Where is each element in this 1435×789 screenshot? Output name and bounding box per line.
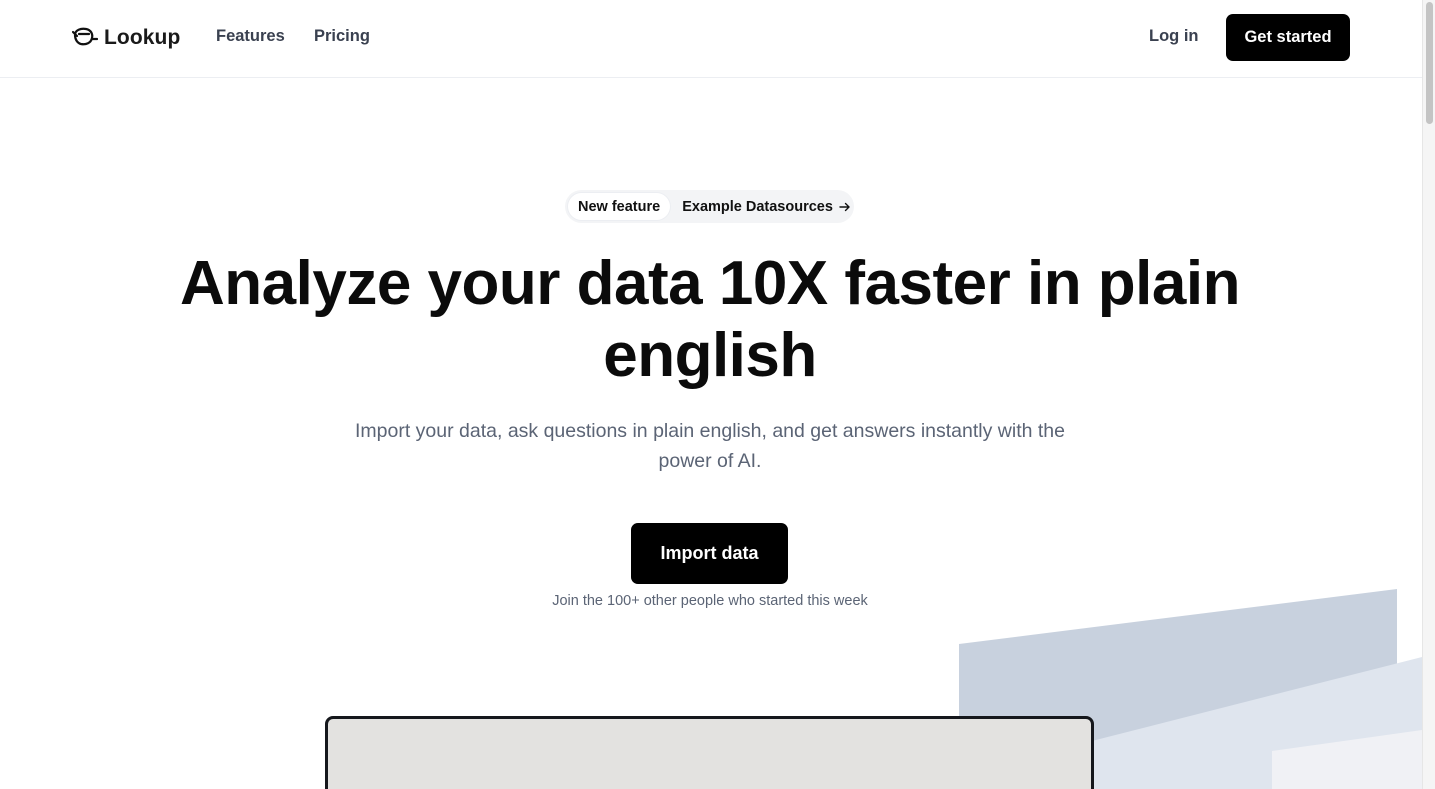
social-proof-text: Join the 100+ other people who started t… (552, 593, 868, 609)
get-started-button[interactable]: Get started (1226, 14, 1350, 61)
arrow-right-icon (839, 201, 851, 213)
app-preview-frame (325, 716, 1094, 789)
nav-features-link[interactable]: Features (216, 27, 285, 46)
subtitle-line-1: Import your data, ask questions in plain… (355, 420, 1065, 442)
scrollbar-thumb[interactable] (1426, 2, 1433, 124)
page-scrollbar[interactable] (1422, 0, 1435, 789)
landing-page: Lookup Features Pricing Log in Get start… (0, 0, 1435, 789)
lookup-logo-icon (71, 27, 99, 49)
example-datasources-label: Example Datasources (682, 198, 833, 215)
hero-headline: Analyze your data 10X faster in plain en… (160, 248, 1260, 392)
example-datasources-link[interactable]: Example Datasources (682, 199, 851, 215)
import-data-button[interactable]: Import data (631, 523, 788, 584)
login-link[interactable]: Log in (1149, 27, 1198, 46)
headline-line-1: Analyze your data 10X faster in plain (180, 249, 1240, 318)
decorative-background-shapes (959, 589, 1422, 789)
new-feature-badge: New feature (568, 193, 671, 220)
nav-pricing-link[interactable]: Pricing (314, 27, 370, 46)
brand-logo[interactable]: Lookup (71, 26, 181, 50)
brand-name: Lookup (104, 26, 181, 49)
new-feature-pill[interactable]: New feature Example Datasources (565, 190, 854, 223)
top-navbar: Lookup Features Pricing Log in Get start… (0, 0, 1422, 78)
hero-subtitle: Import your data, ask questions in plain… (340, 416, 1080, 476)
headline-line-2: english (603, 321, 817, 390)
subtitle-line-2: power of AI. (658, 450, 762, 472)
